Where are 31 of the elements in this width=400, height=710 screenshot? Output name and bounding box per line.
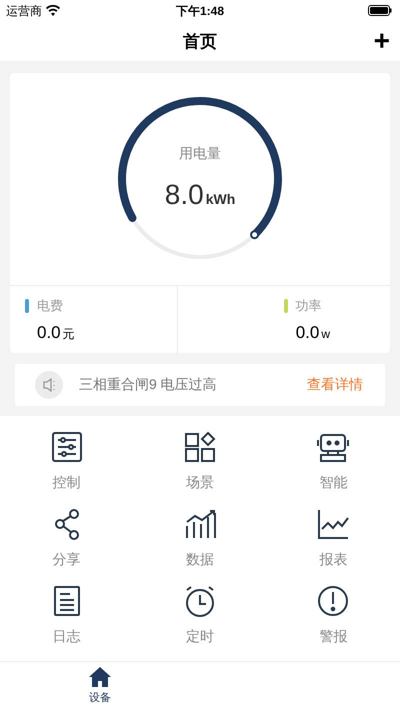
function-tile[interactable]: 报表 [266, 506, 400, 584]
stat-label: 功率 [296, 297, 322, 316]
function-tile[interactable]: 警报 [266, 584, 400, 661]
stat-unit: 元 [62, 326, 75, 343]
home-icon [88, 666, 112, 688]
notice-text: 三相重合闸9 电压过高 [79, 375, 217, 394]
function-tile[interactable]: 日志 [0, 584, 134, 661]
function-tile[interactable]: 控制 [0, 430, 134, 507]
page-title: 首页 [183, 30, 217, 53]
wifi-icon [46, 5, 60, 16]
gauge-label: 用电量 [179, 144, 221, 163]
sliders-icon [50, 430, 84, 464]
speaker-icon [35, 370, 63, 399]
add-button[interactable]: + [374, 26, 390, 56]
stat-unit: w [321, 326, 330, 343]
function-tile[interactable]: 场景 [133, 430, 267, 507]
stat-label: 电费 [37, 297, 63, 316]
function-tile[interactable]: 智能 [266, 430, 400, 507]
carrier-name: 运营商 [6, 2, 42, 20]
gauge-value: 8.0 [164, 178, 204, 212]
function-tile[interactable]: 数据 [133, 506, 267, 584]
function-tile[interactable]: 分享 [0, 506, 134, 584]
stat-value: 0.0 [37, 322, 61, 344]
status-time: 下午1:48 [176, 2, 224, 20]
function-tile[interactable]: 定时 [133, 584, 267, 661]
gauge-unit: kWh [206, 190, 236, 209]
battery-icon [368, 5, 392, 16]
warning-icon [316, 584, 350, 618]
view-details-link[interactable]: 查看详情 [307, 374, 363, 396]
stat-value: 0.0 [296, 322, 320, 344]
tiles-icon [182, 430, 217, 464]
